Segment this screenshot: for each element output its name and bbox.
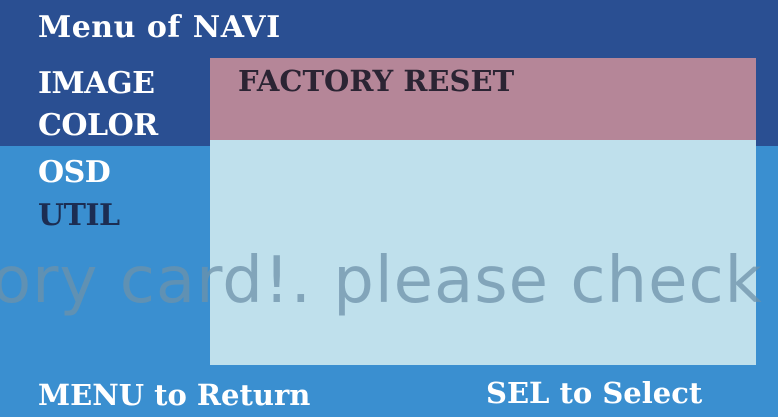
osd-title-prefix: Menu of xyxy=(38,10,181,45)
panel-header: FACTORY RESET xyxy=(210,58,756,140)
menu-item-util[interactable]: UTIL xyxy=(38,198,120,233)
menu-item-color[interactable]: COLOR xyxy=(38,108,158,143)
footer-select-hint: SEL to Select xyxy=(486,376,703,410)
osd-title: Menu of NAVI xyxy=(38,10,281,45)
osd-screen: Menu of NAVI FACTORY RESET ory card!. ple… xyxy=(0,0,778,417)
menu-item-osd[interactable]: OSD xyxy=(38,155,111,190)
factory-reset-option[interactable]: FACTORY RESET xyxy=(238,64,514,98)
osd-title-value: NAVI xyxy=(192,10,281,45)
footer-return-hint: MENU to Return xyxy=(38,378,311,412)
background-message: ory card!. please check ar xyxy=(0,244,778,318)
menu-item-image[interactable]: IMAGE xyxy=(38,66,155,101)
